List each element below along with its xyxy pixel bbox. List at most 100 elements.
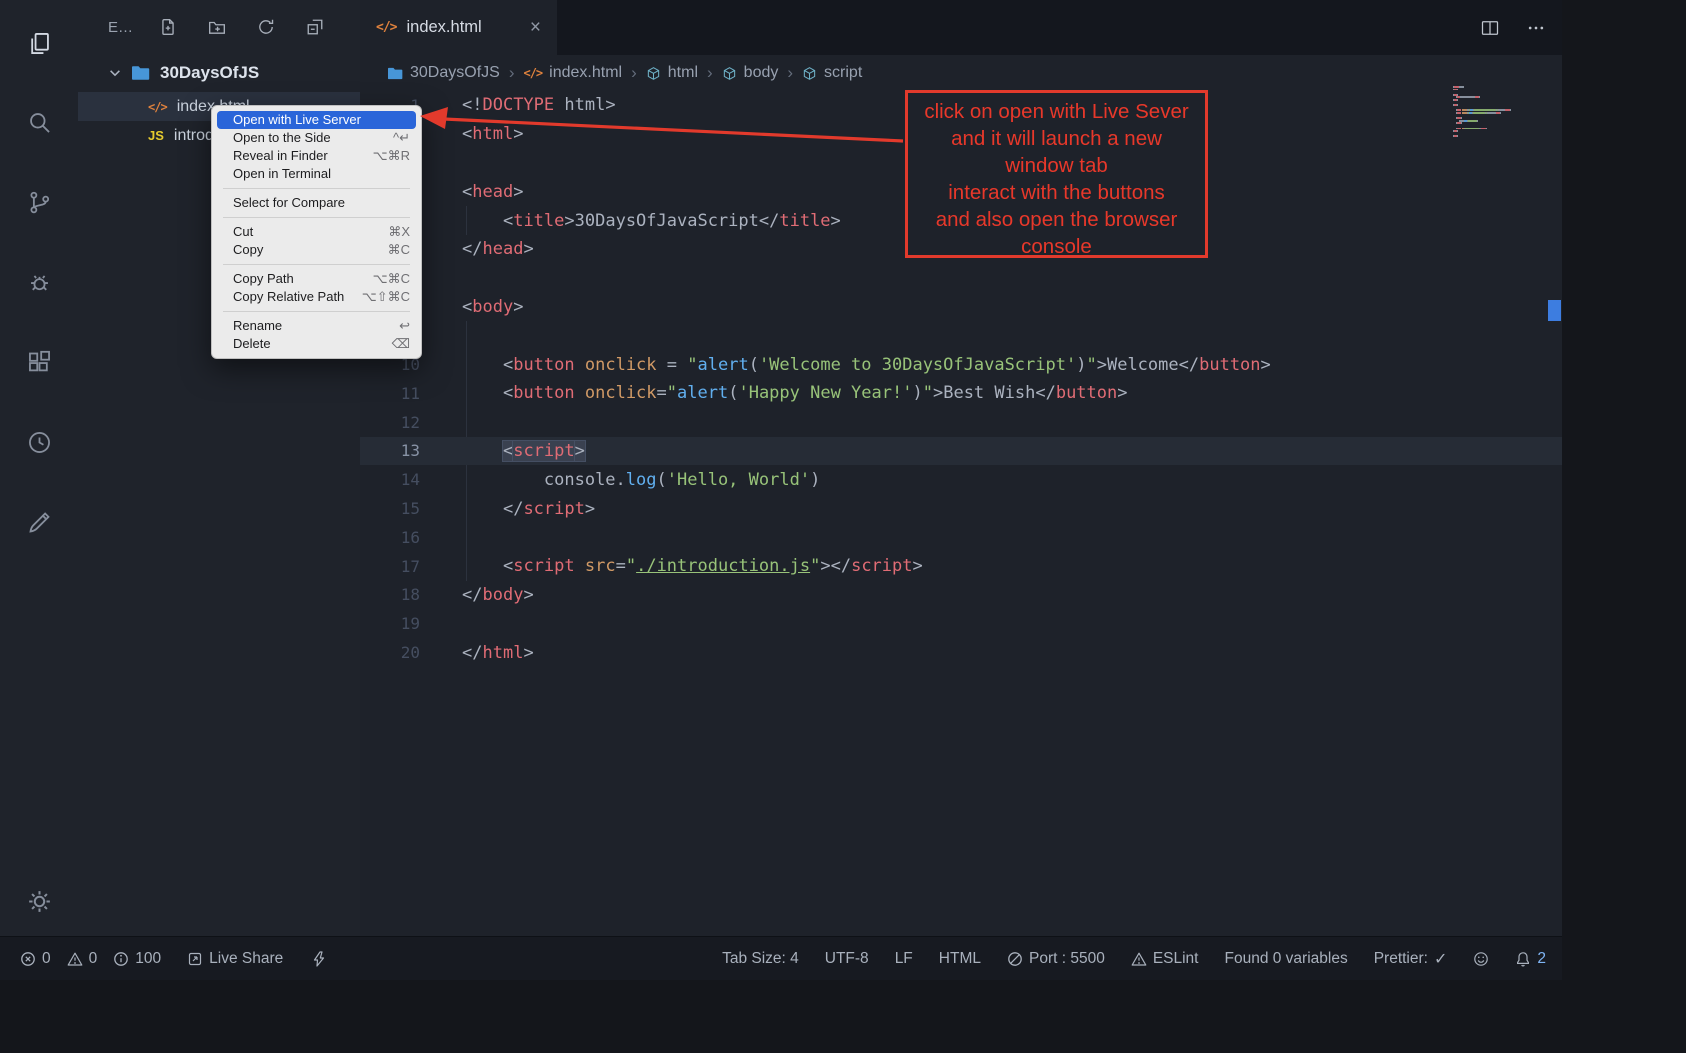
breadcrumb-item-index-html[interactable]: </>index.html	[523, 64, 622, 82]
breadcrumb-item-html[interactable]: html	[646, 64, 698, 82]
minimap-line	[1453, 107, 1543, 109]
minimap-line	[1453, 122, 1543, 124]
annotation-line: and also open the browser	[908, 206, 1205, 233]
line-number: 12	[360, 413, 420, 432]
menu-item-label: Cut	[233, 223, 253, 241]
notification-count: 2	[1537, 950, 1546, 968]
breadcrumb-separator: ›	[707, 63, 713, 83]
source-control-icon[interactable]	[0, 173, 78, 231]
activity-bar	[0, 0, 79, 936]
code-line-7[interactable]: 7	[360, 264, 1562, 293]
code-line-10[interactable]: 10 <button onclick = "alert('Welcome to …	[360, 350, 1562, 379]
eol-indicator[interactable]: LF	[895, 950, 913, 968]
more-actions-icon[interactable]	[1526, 18, 1546, 38]
line-content: <script>	[462, 441, 585, 461]
menu-item-label: Delete	[233, 335, 271, 353]
minimap-line	[1453, 89, 1543, 91]
new-folder-icon[interactable]	[208, 18, 226, 36]
menu-item-copy-relative-path[interactable]: Copy Relative Path⌥⇧⌘C	[217, 288, 416, 306]
line-content: <!DOCTYPE html>	[462, 95, 616, 115]
minimap-line	[1453, 99, 1543, 101]
live-server-port[interactable]: Port : 5500	[1007, 950, 1105, 968]
minimap-line	[1453, 102, 1543, 104]
line-content: <script src="./introduction.js"></script…	[462, 556, 923, 576]
menu-item-open-to-the-side[interactable]: Open to the Side^↵	[217, 129, 416, 147]
notifications-bell[interactable]: 2	[1515, 950, 1546, 968]
breadcrumb-separator: ›	[631, 63, 637, 83]
line-number: 11	[360, 384, 420, 403]
menu-item-shortcut: ⌥⇧⌘C	[362, 288, 410, 306]
code-line-17[interactable]: 17 <script src="./introduction.js"></scr…	[360, 552, 1562, 581]
code-line-11[interactable]: 11 <button onclick="alert('Happy New Yea…	[360, 379, 1562, 408]
line-number: 18	[360, 585, 420, 604]
tab-size-indicator[interactable]: Tab Size: 4	[722, 950, 799, 968]
annotation-line: console	[908, 233, 1205, 260]
feedback-smiley-icon[interactable]	[1473, 951, 1489, 967]
menu-item-copy[interactable]: Copy⌘C	[217, 241, 416, 259]
menu-item-open-with-live-server[interactable]: Open with Live Server	[217, 111, 416, 129]
breadcrumb-item-script[interactable]: script	[802, 64, 862, 82]
language-mode-indicator[interactable]: HTML	[939, 950, 981, 968]
minimap-line	[1453, 86, 1543, 88]
menu-item-copy-path[interactable]: Copy Path⌥⌘C	[217, 270, 416, 288]
screenshot-root: E… 30DaysOfJS </>index.htmlJSintroductio…	[0, 0, 1686, 1053]
refresh-icon[interactable]	[257, 18, 275, 36]
menu-item-delete[interactable]: Delete⌫	[217, 335, 416, 353]
warnings-indicator[interactable]: 0	[67, 950, 98, 968]
close-tab-icon[interactable]: ×	[530, 18, 541, 37]
live-share-button[interactable]: Live Share	[187, 950, 283, 968]
run-debug-icon[interactable]	[0, 253, 78, 311]
minimap-line	[1453, 104, 1543, 106]
code-line-18[interactable]: 18</body>	[360, 581, 1562, 610]
annotation-line: click on open with Live Sever	[908, 98, 1205, 125]
menu-item-cut[interactable]: Cut⌘X	[217, 223, 416, 241]
variables-indicator[interactable]: Found 0 variables	[1224, 950, 1347, 968]
encoding-indicator[interactable]: UTF-8	[825, 950, 869, 968]
code-line-16[interactable]: 16	[360, 523, 1562, 552]
menu-item-open-in-terminal[interactable]: Open in Terminal	[217, 165, 416, 183]
overview-ruler-mark	[1548, 300, 1561, 321]
breadcrumb-separator: ›	[509, 63, 515, 83]
workspace-folder-30daysofjs[interactable]: 30DaysOfJS	[78, 58, 360, 88]
annotation-line: and it will launch a new	[908, 125, 1205, 152]
tab-bar: </> index.html ×	[360, 0, 1562, 55]
info-indicator[interactable]: 100	[113, 950, 161, 968]
settings-gear-icon[interactable]	[0, 872, 78, 930]
errors-indicator[interactable]: 0	[20, 950, 51, 968]
menu-item-shortcut: ⌘C	[388, 241, 410, 259]
code-line-20[interactable]: 20</html>	[360, 638, 1562, 667]
prettier-status[interactable]: Prettier: ✓	[1374, 949, 1448, 969]
code-line-15[interactable]: 15 </script>	[360, 494, 1562, 523]
scrollbar[interactable]	[1547, 0, 1562, 936]
code-line-12[interactable]: 12	[360, 408, 1562, 437]
line-number: 17	[360, 557, 420, 576]
clock-history-icon[interactable]	[0, 413, 78, 471]
error-circle-icon	[20, 951, 36, 967]
bell-icon	[1515, 951, 1531, 967]
split-editor-icon[interactable]	[1480, 18, 1500, 38]
line-content: <body>	[462, 297, 523, 317]
breadcrumb-item-body[interactable]: body	[722, 64, 779, 82]
breadcrumb-item-30daysofjs[interactable]: 30DaysOfJS	[388, 64, 500, 82]
eslint-status[interactable]: ESLint	[1131, 950, 1199, 968]
menu-item-reveal-in-finder[interactable]: Reveal in Finder⌥⌘R	[217, 147, 416, 165]
search-icon[interactable]	[0, 93, 78, 151]
extensions-icon[interactable]	[0, 333, 78, 391]
pen-icon[interactable]	[0, 493, 78, 551]
html-file-icon: </>	[148, 98, 167, 116]
collapse-all-icon[interactable]	[306, 18, 324, 36]
minimap[interactable]	[1453, 86, 1543, 138]
menu-item-select-for-compare[interactable]: Select for Compare	[217, 194, 416, 212]
line-content: <button onclick = "alert('Welcome to 30D…	[462, 355, 1271, 375]
code-line-19[interactable]: 19	[360, 609, 1562, 638]
html-file-icon: </>	[523, 64, 542, 82]
new-file-icon[interactable]	[159, 18, 177, 36]
code-line-14[interactable]: 14 console.log('Hello, World')	[360, 465, 1562, 494]
files-icon[interactable]	[0, 14, 78, 72]
tab-index-html[interactable]: </> index.html ×	[360, 0, 557, 55]
menu-item-rename[interactable]: Rename↩	[217, 317, 416, 335]
lightning-icon[interactable]	[311, 951, 327, 967]
code-line-9[interactable]: 9	[360, 321, 1562, 350]
code-line-13[interactable]: 13 <script>	[360, 437, 1562, 466]
code-line-8[interactable]: 8<body>	[360, 293, 1562, 322]
